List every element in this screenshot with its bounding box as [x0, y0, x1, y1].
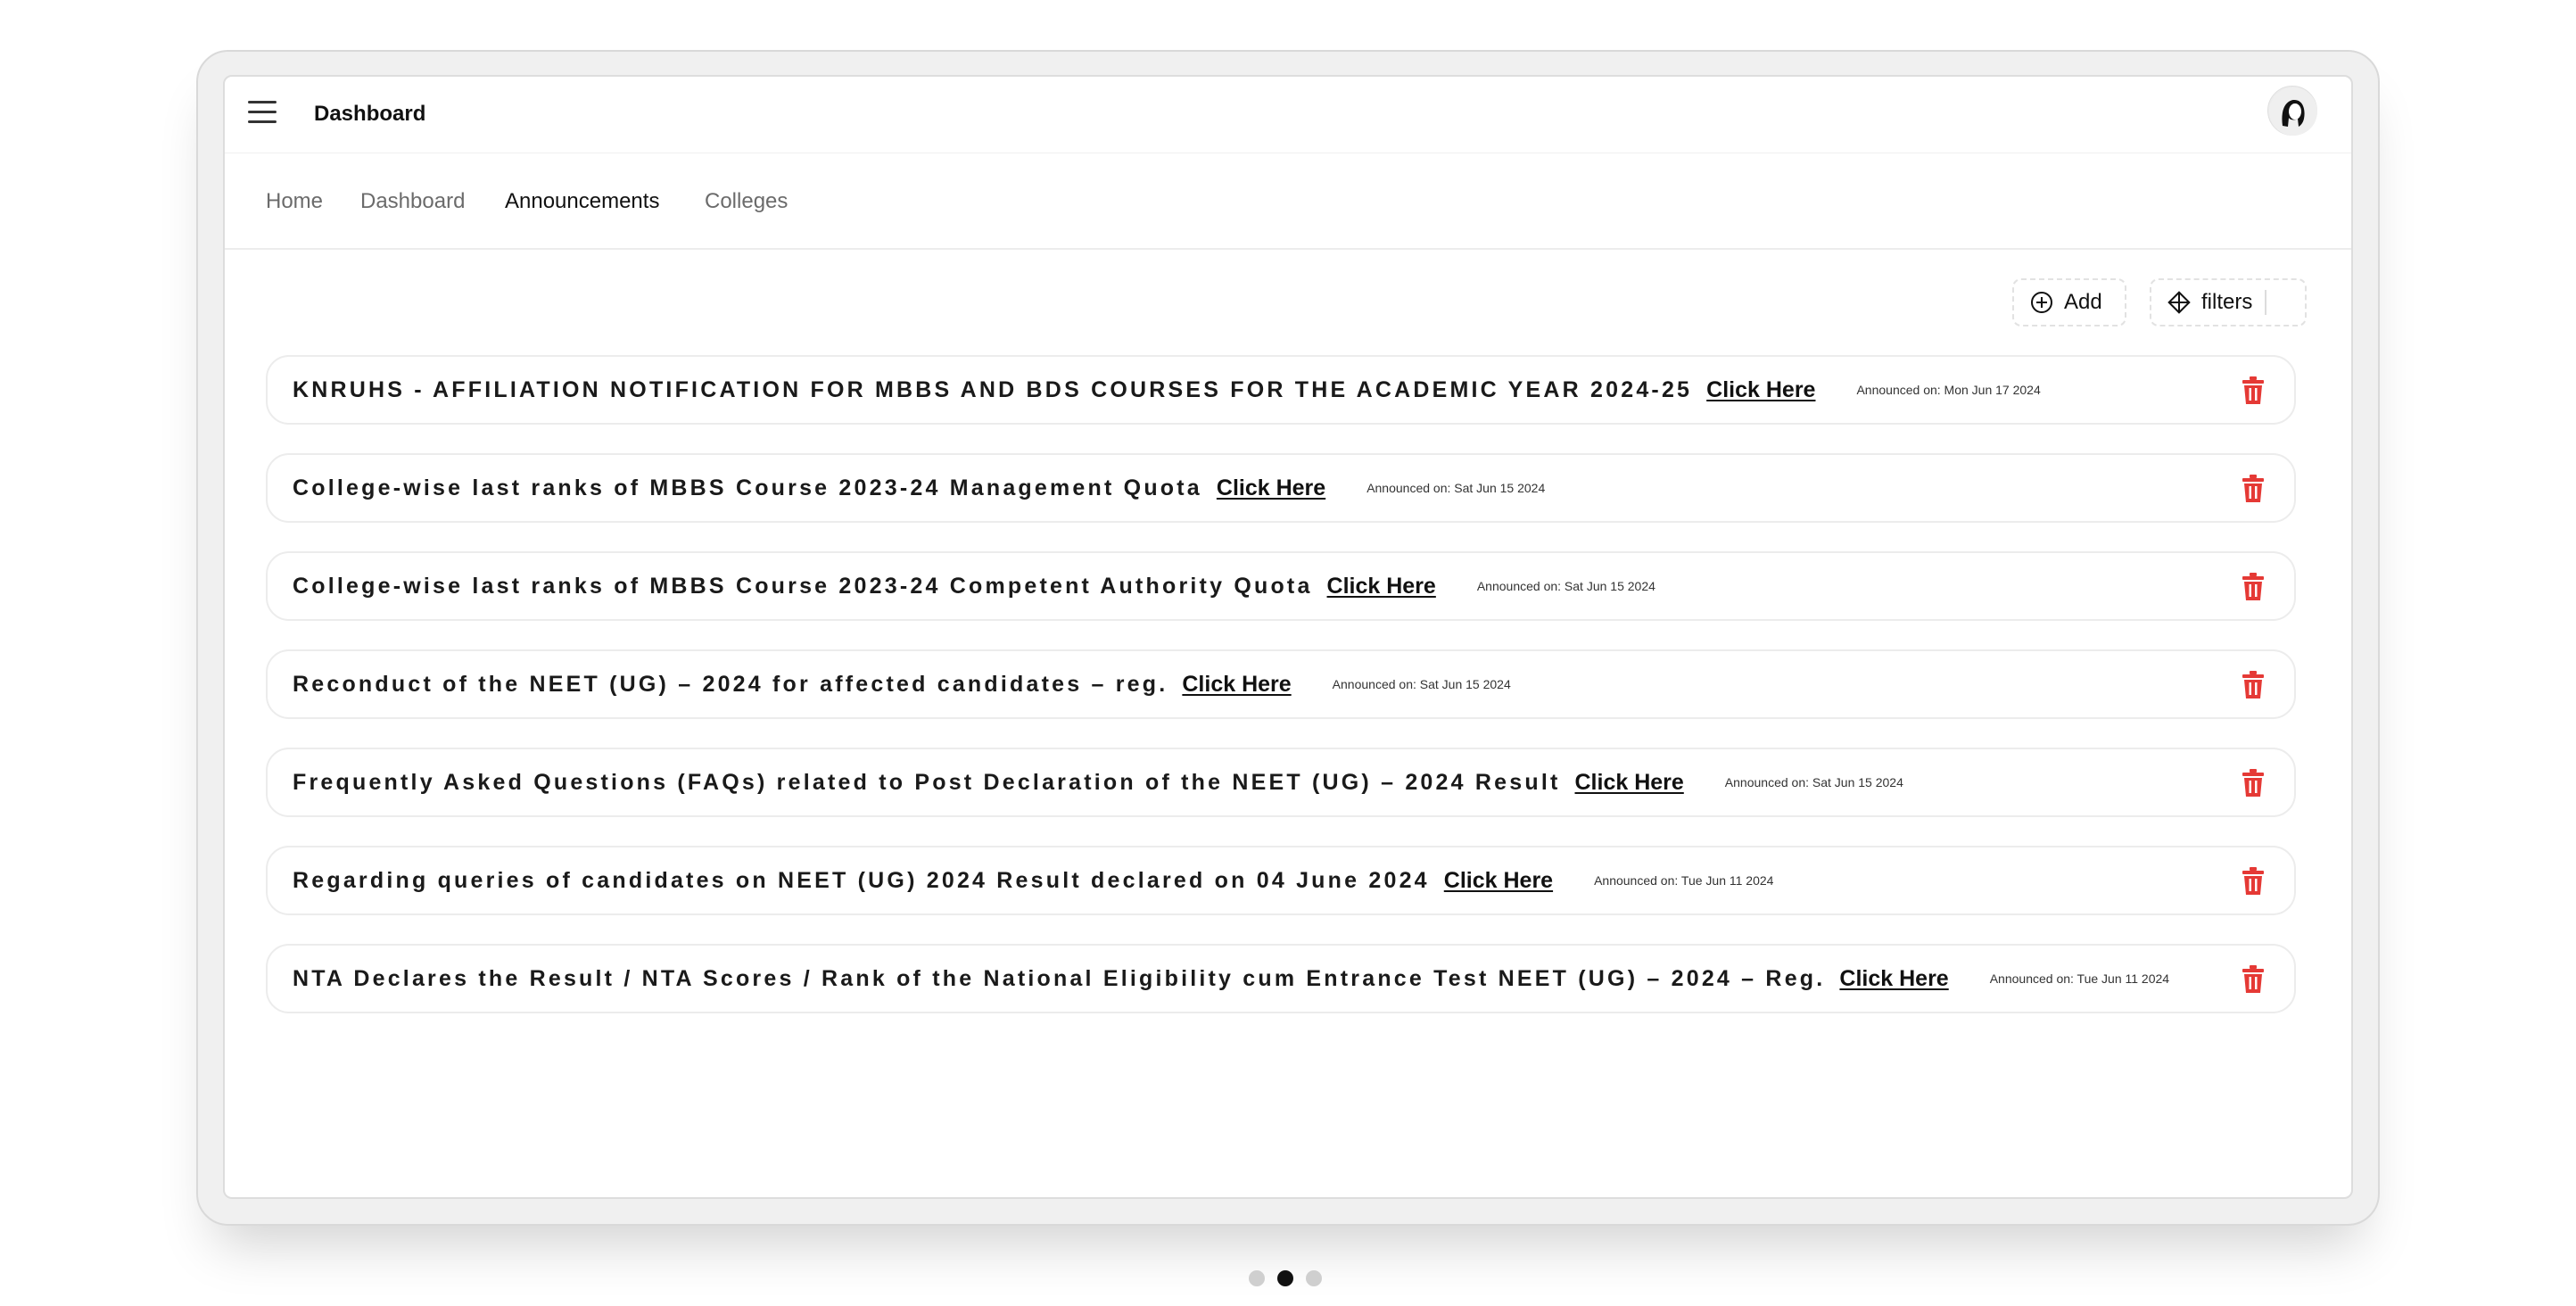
announcement-title: Reconduct of the NEET (UG) – 2024 for af… [293, 671, 1168, 697]
trash-icon[interactable] [2241, 475, 2266, 503]
announcement-row: KNRUHS - AFFILIATION NOTIFICATION FOR MB… [266, 355, 2296, 425]
announcement-link[interactable]: Click Here [1217, 475, 1325, 501]
filters-button[interactable]: filters [2150, 278, 2307, 326]
announcement-date: Announced on: Sat Jun 15 2024 [1332, 677, 1511, 691]
announcement-link[interactable]: Click Here [1706, 377, 1815, 403]
header-title: Dashboard [314, 102, 426, 126]
carousel-dot-active[interactable] [1277, 1270, 1293, 1286]
announcement-link[interactable]: Click Here [1444, 868, 1553, 894]
plus-circle-icon [2031, 292, 2052, 313]
carousel-dots [1249, 1270, 1322, 1286]
trash-icon[interactable] [2241, 965, 2266, 994]
add-button[interactable]: Add [2012, 278, 2126, 326]
announcement-date: Announced on: Sat Jun 15 2024 [1476, 579, 1655, 593]
announcement-link[interactable]: Click Here [1839, 966, 1948, 992]
carousel-dot[interactable] [1306, 1270, 1322, 1286]
announcement-title: Frequently Asked Questions (FAQs) relate… [293, 769, 1561, 795]
menu-icon[interactable] [248, 101, 277, 124]
filters-button-label: filters [2201, 290, 2253, 314]
tab-home[interactable]: Home [266, 189, 323, 214]
announcement-title: Regarding queries of candidates on NEET … [293, 867, 1430, 893]
announcement-row: NTA Declares the Result / NTA Scores / R… [266, 944, 2296, 1013]
tab-colleges[interactable]: Colleges [705, 189, 788, 214]
announcement-link[interactable]: Click Here [1327, 574, 1436, 599]
app-screen: Dashboard Home Dashboard Announcements C… [223, 75, 2353, 1199]
nav-tabs: Home Dashboard Announcements Colleges [225, 153, 2351, 250]
announcement-row: College-wise last ranks of MBBS Course 2… [266, 551, 2296, 621]
trash-icon[interactable] [2241, 867, 2266, 896]
tab-announcements[interactable]: Announcements [505, 189, 659, 214]
trash-icon[interactable] [2241, 376, 2266, 405]
announcement-date: Announced on: Mon Jun 17 2024 [1856, 383, 2041, 397]
tab-dashboard[interactable]: Dashboard [360, 189, 465, 214]
filter-icon [2167, 291, 2191, 314]
announcement-row: Reconduct of the NEET (UG) – 2024 for af… [266, 649, 2296, 719]
add-button-label: Add [2064, 290, 2102, 314]
avatar-icon [2269, 87, 2317, 136]
announcement-title: KNRUHS - AFFILIATION NOTIFICATION FOR MB… [293, 376, 1693, 402]
avatar[interactable] [2267, 86, 2317, 136]
announcement-link[interactable]: Click Here [1182, 672, 1291, 698]
announcement-row: Frequently Asked Questions (FAQs) relate… [266, 748, 2296, 817]
announcement-row: College-wise last ranks of MBBS Course 2… [266, 453, 2296, 523]
announcement-title: College-wise last ranks of MBBS Course 2… [293, 573, 1313, 599]
trash-icon[interactable] [2241, 573, 2266, 601]
announcement-title: College-wise last ranks of MBBS Course 2… [293, 475, 1202, 500]
filters-divider [2265, 290, 2267, 315]
carousel-dot[interactable] [1249, 1270, 1265, 1286]
announcement-date: Announced on: Sat Jun 15 2024 [1366, 481, 1546, 495]
app-header: Dashboard [225, 77, 2351, 153]
announcement-link[interactable]: Click Here [1575, 770, 1684, 796]
announcement-date: Announced on: Sat Jun 15 2024 [1724, 775, 1903, 789]
trash-icon[interactable] [2241, 769, 2266, 798]
trash-icon[interactable] [2241, 671, 2266, 699]
announcement-date: Announced on: Tue Jun 11 2024 [1594, 873, 1774, 888]
announcement-row: Regarding queries of candidates on NEET … [266, 846, 2296, 915]
announcement-date: Announced on: Tue Jun 11 2024 [1989, 971, 2170, 986]
announcement-title: NTA Declares the Result / NTA Scores / R… [293, 965, 1826, 991]
